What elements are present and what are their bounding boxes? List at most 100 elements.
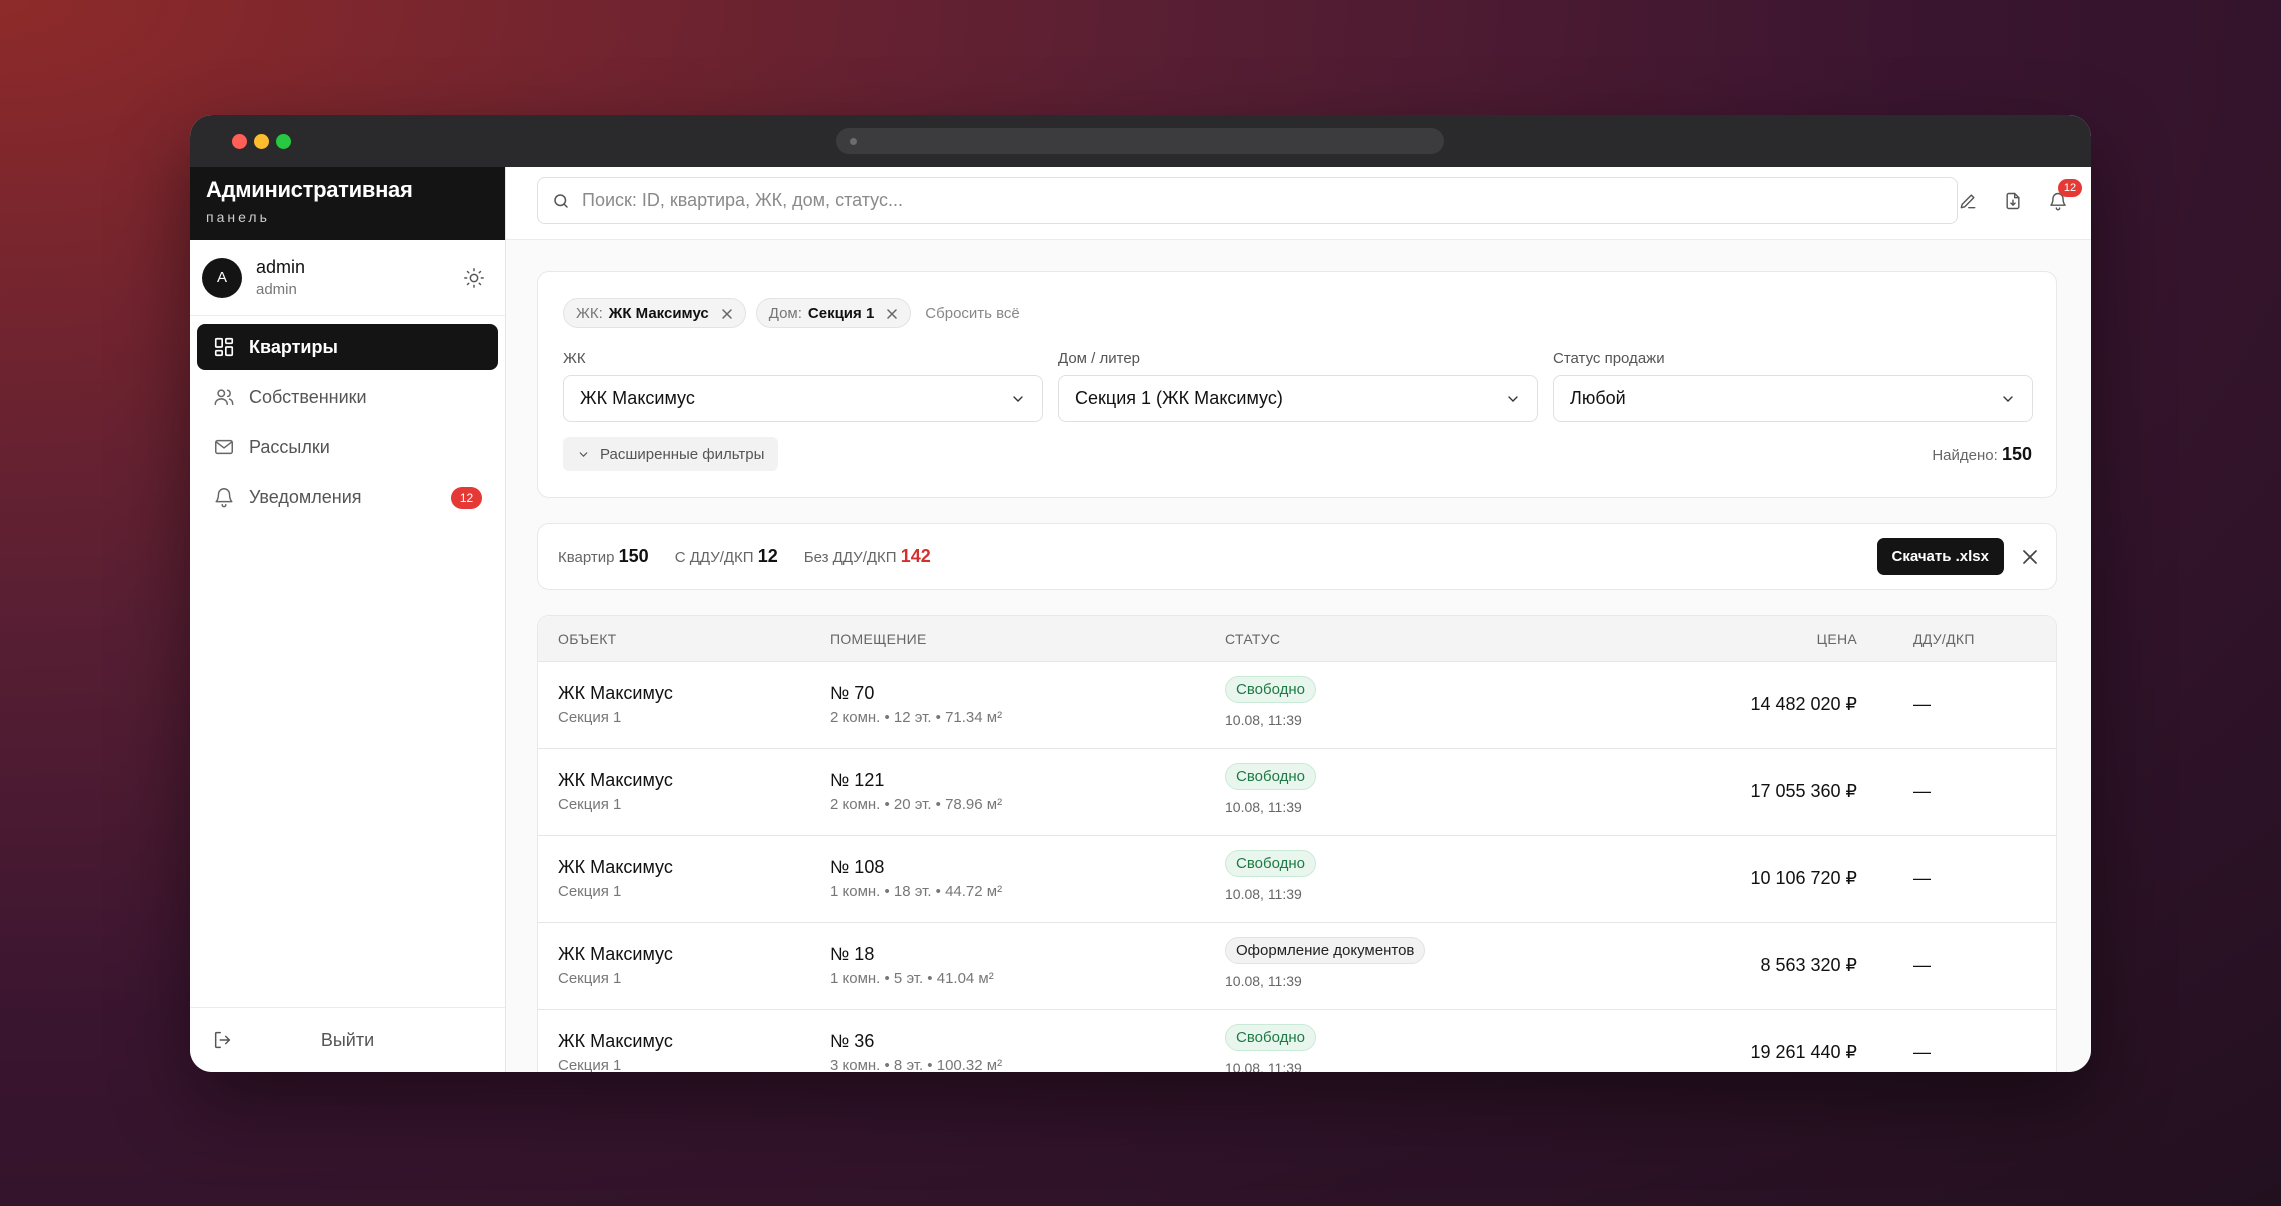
chip-key: Дом: — [768, 304, 802, 322]
sidebar-nav: Квартиры Собственники Рассылки Уведомлен… — [190, 316, 505, 1007]
room-details: 2 комн. • 12 эт. • 71.34 м² — [830, 709, 1003, 726]
found-label: Найдено: — [1932, 447, 1998, 464]
chevron-down-icon — [2003, 395, 2013, 402]
summary-total-value: 150 — [618, 546, 649, 566]
sidebar-item-owners[interactable]: Собственники — [197, 374, 498, 420]
table-row[interactable]: ЖК Максимус Секция 1 № 121 2 комн. • 20 эт… — [538, 749, 2056, 836]
summary-without-value: 142 — [900, 546, 931, 566]
export-button[interactable] — [2001, 189, 2025, 213]
select-value: Любой — [1570, 388, 1626, 408]
brand-title: Административная — [206, 177, 413, 202]
brand-subtitle: панель — [206, 209, 270, 225]
object-name: ЖК Максимус — [558, 683, 673, 703]
maximize-window-button[interactable] — [276, 134, 291, 149]
app-layout: Административная панель A admin admin Кв… — [190, 167, 2091, 1072]
column-header-ddu[interactable]: ДДУ/ДКП — [1913, 631, 1975, 647]
active-filter-chips: ЖК: ЖК Максимус Дом: Секция 1 Сбросить в… — [563, 298, 1020, 328]
sidebar-item-label: Квартиры — [249, 336, 338, 357]
remove-chip-icon[interactable] — [721, 307, 733, 319]
remove-chip-icon[interactable] — [886, 307, 898, 319]
filter-chip-house: Дом: Секция 1 — [755, 298, 912, 328]
grid-icon — [214, 337, 234, 357]
room-number: № 18 — [830, 944, 875, 964]
sidebar: Административная панель A admin admin Кв… — [190, 167, 506, 1072]
edit-button[interactable] — [1956, 189, 1980, 213]
minimize-window-button[interactable] — [254, 134, 269, 149]
address-bar-dot-icon — [850, 138, 857, 145]
search-input[interactable] — [582, 190, 1943, 211]
field-label: Дом / литер — [1058, 350, 1141, 367]
notifications-button[interactable]: 12 — [2046, 179, 2082, 213]
column-header-object[interactable]: Объект — [558, 631, 617, 647]
found-count: Найдено: 150 — [1932, 444, 2032, 465]
room-details: 1 комн. • 5 эт. • 41.04 м² — [830, 970, 994, 987]
theme-toggle-button[interactable] — [461, 265, 487, 291]
column-header-price[interactable]: Цена — [1817, 631, 1857, 647]
notifications-badge: 12 — [2058, 179, 2082, 197]
status-time: 10.08, 11:39 — [1225, 712, 1302, 728]
search-icon — [554, 193, 568, 208]
table-row[interactable]: ЖК Максимус Секция 1 № 18 1 комн. • 5 эт. … — [538, 923, 2056, 1010]
ddu-value: — — [1913, 955, 1931, 975]
object-section: Секция 1 — [558, 970, 622, 987]
select-value: Секция 1 (ЖК Максимус) — [1075, 388, 1283, 408]
table-header: Объект Помещение Статус Цена ДДУ/ДКП — [538, 616, 2056, 662]
price: 14 482 020 ₽ — [1750, 694, 1857, 714]
chip-key: ЖК: — [576, 304, 603, 322]
table-row[interactable]: ЖК Максимус Секция 1 № 36 3 комн. • 8 эт. … — [538, 1010, 2056, 1072]
sidebar-item-label: Уведомления — [249, 486, 362, 507]
user-name: admin — [256, 257, 306, 277]
user-card: A admin admin — [190, 240, 505, 316]
room-details: 3 комн. • 8 эт. • 100.32 м² — [830, 1057, 1003, 1072]
search-box[interactable] — [537, 177, 1958, 224]
sidebar-item-notifications[interactable]: Уведомления 12 — [197, 474, 498, 520]
apartments-table: Объект Помещение Статус Цена ДДУ/ДКП ЖК … — [537, 615, 2057, 1072]
users-icon — [214, 389, 234, 406]
status-badge: Свободно — [1225, 850, 1316, 877]
column-header-room[interactable]: Помещение — [830, 631, 927, 647]
advanced-filters-button[interactable]: Расширенные фильтры — [563, 437, 779, 471]
close-summary-button[interactable] — [2020, 547, 2040, 567]
sidebar-item-mailings[interactable]: Рассылки — [197, 424, 498, 470]
chevron-down-icon — [579, 451, 588, 457]
download-xlsx-button[interactable]: Скачать .xlsx — [1876, 538, 2004, 575]
sale-status-filter: Статус продажи Любой — [1553, 350, 2033, 422]
object-name: ЖК Максимус — [558, 857, 673, 877]
close-window-button[interactable] — [232, 134, 247, 149]
summary-bar: Квартир 150 С ДДУ/ДКП 12 Без ДДУ/ДКП 142… — [537, 523, 2057, 590]
house-filter: Дом / литер Секция 1 (ЖК Максимус) — [1058, 350, 1538, 422]
object-name: ЖК Максимус — [558, 1031, 673, 1051]
sun-icon — [464, 268, 484, 288]
address-bar[interactable] — [836, 128, 1444, 154]
object-section: Секция 1 — [558, 796, 622, 813]
summary-with-contract: С ДДУ/ДКП 12 — [675, 546, 778, 567]
summary-total: Квартир 150 — [558, 546, 649, 567]
room-number: № 36 — [830, 1031, 875, 1051]
chip-value: ЖК Максимус — [608, 304, 709, 322]
field-label: ЖК — [563, 350, 586, 367]
table-row[interactable]: ЖК Максимус Секция 1 № 108 1 комн. • 18 эт… — [538, 836, 2056, 923]
chevron-down-icon — [1013, 395, 1023, 402]
sidebar-item-apartments[interactable]: Квартиры — [197, 324, 498, 370]
column-header-status[interactable]: Статус — [1225, 631, 1280, 647]
sidebar-item-label: Собственники — [249, 386, 367, 407]
logout-label: Выйти — [320, 1029, 375, 1050]
table-row[interactable]: ЖК Максимус Секция 1 № 70 2 комн. • 12 эт.… — [538, 662, 2056, 749]
notifications-count-badge: 12 — [451, 487, 482, 509]
object-name: ЖК Максимус — [558, 944, 673, 964]
complex-select[interactable]: ЖК Максимус — [563, 375, 1043, 422]
object-section: Секция 1 — [558, 883, 622, 900]
status-badge: Оформление документов — [1225, 937, 1426, 964]
complex-filter: ЖК ЖК Максимус — [563, 350, 1043, 422]
status-badge: Свободно — [1225, 763, 1316, 790]
file-download-icon — [2006, 192, 2020, 210]
sale-status-select[interactable]: Любой — [1553, 375, 2033, 422]
reset-filters-link[interactable]: Сбросить всё — [925, 305, 1019, 322]
select-value: ЖК Максимус — [580, 388, 695, 408]
chip-value: Секция 1 — [807, 304, 875, 322]
logout-button[interactable]: Выйти — [190, 1007, 505, 1072]
price: 17 055 360 ₽ — [1750, 781, 1857, 801]
room-number: № 121 — [830, 770, 885, 790]
house-select[interactable]: Секция 1 (ЖК Максимус) — [1058, 375, 1538, 422]
topbar: 12 — [506, 167, 2091, 240]
